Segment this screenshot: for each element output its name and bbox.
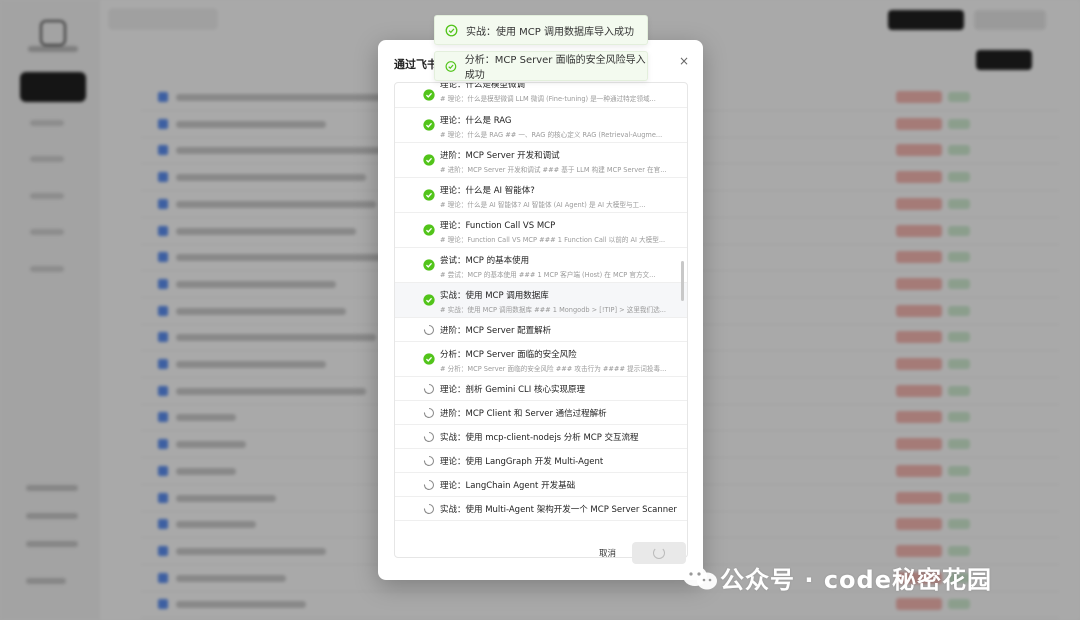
toast-success: 分析：MCP Server 面临的安全风险导入成功 [434,51,648,81]
list-item[interactable]: 理论：Function Call VS MCP # 理论：Function Cal… [395,213,687,248]
item-title: 理论：什么是模型微调 [440,82,526,90]
item-summary: # 实战：使用 MCP 调用数据库 ### 1 Mongodb > [!TIP]… [440,306,666,314]
list-item[interactable]: 实战：使用 mcp-client-nodejs 分析 MCP 交互流程 [395,425,687,449]
list-item[interactable]: 进阶：MCP Server 配置解析 [395,318,687,342]
check-circle-icon [423,119,435,131]
item-title: 理论：使用 LangGraph 开发 Multi-Agent [440,457,604,467]
list-item[interactable]: 理论：什么是模型微调 # 理论：什么是模型微调 LLM 微调 (Fine-tuni… [395,83,687,108]
list-item[interactable]: 理论：剖析 Gemini CLI 核心实现原理 [395,377,687,401]
item-title: 理论：什么是 RAG [440,116,512,126]
list-item[interactable]: 理论：LangChain Agent 开发基础 [395,473,687,497]
item-title: 实战：使用 Multi-Agent 架构开发一个 MCP Server Scan… [440,505,677,515]
cancel-button[interactable]: 取消 [599,547,616,559]
list-item[interactable]: 进阶：MCP Server 开发和调试 # 进阶：MCP Server 开发和调试… [395,143,687,178]
wechat-icon [683,565,717,589]
list-item[interactable]: 理论：什么是 AI 智能体? # 理论：什么是 AI 智能体? AI 智能体 (A… [395,178,687,213]
check-circle-icon [423,189,435,201]
close-icon[interactable]: × [679,54,689,68]
watermark: 公众号 · code秘密花园 [680,560,992,595]
item-summary: # 理论：什么是模型微调 LLM 微调 (Fine-tuning) 是一种通过特… [440,95,656,103]
toast-text: 实战：使用 MCP 调用数据库导入成功 [466,26,634,38]
toast-success: 实战：使用 MCP 调用数据库导入成功 [434,15,648,45]
loading-spinner-icon [653,547,665,559]
list-item[interactable]: 理论：什么是 RAG # 理论：什么是 RAG ## 一、RAG 的核心定义 RA… [395,108,687,143]
item-title: 实战：使用 mcp-client-nodejs 分析 MCP 交互流程 [440,433,639,443]
confirm-button-loading[interactable] [632,542,686,564]
import-dialog: 通过飞书 × 理论：什么是模型微调 # 理论：什么是模型微调 LLM 微调 (Fi… [378,40,703,580]
check-circle-icon [423,89,435,101]
loading-icon [423,479,435,490]
item-summary: # 尝试：MCP 的基本使用 ### 1 MCP 客户端 (Host) 在 MC… [440,271,656,279]
document-list: 理论：什么是模型微调 # 理论：什么是模型微调 LLM 微调 (Fine-tuni… [394,82,688,558]
item-title: 进阶：MCP Client 和 Server 通信过程解析 [440,409,607,419]
check-circle-icon [423,294,435,306]
item-summary: # 理论：什么是 AI 智能体? AI 智能体 (AI Agent) 是 AI … [440,201,646,209]
item-summary: # 理论：什么是 RAG ## 一、RAG 的核心定义 RAG (Retriev… [440,131,663,139]
scrollbar[interactable] [681,261,684,301]
list-item[interactable]: 实战：使用 MCP 调用数据库 # 实战：使用 MCP 调用数据库 ### 1 M… [395,283,687,318]
loading-icon [423,431,435,442]
item-summary: # 进阶：MCP Server 开发和调试 ### 基于 LLM 构建 MCP … [440,166,667,174]
item-title: 进阶：MCP Server 开发和调试 [440,151,560,161]
loading-icon [423,503,435,514]
list-item[interactable]: 进阶：MCP Client 和 Server 通信过程解析 [395,401,687,425]
list-item[interactable]: 理论：使用 LangGraph 开发 Multi-Agent [395,449,687,473]
toast-text: 分析：MCP Server 面临的安全风险导入成功 [464,55,646,81]
item-summary: # 理论：Function Call VS MCP ### 1 Function… [440,236,666,244]
loading-icon [423,455,435,466]
item-title: 实战：使用 MCP 调用数据库 [440,291,549,301]
loading-icon [423,407,435,418]
item-title: 理论：Function Call VS MCP [440,221,556,231]
watermark-text: 公众号 · code秘密花园 [720,566,992,594]
list-item[interactable]: 实战：使用 Multi-Agent 架构开发一个 MCP Server Scan… [395,497,687,521]
check-circle-icon [423,154,435,166]
item-title: 分析：MCP Server 面临的安全风险 [440,350,577,360]
list-item[interactable]: 尝试：MCP 的基本使用 # 尝试：MCP 的基本使用 ### 1 MCP 客户端… [395,248,687,283]
item-title: 进阶：MCP Server 配置解析 [440,326,552,336]
item-summary: # 分析：MCP Server 面临的安全风险 ### 攻击行为 #### 提示… [440,365,667,373]
item-title: 理论：什么是 AI 智能体? [440,186,535,196]
check-circle-icon [423,353,435,365]
item-title: 尝试：MCP 的基本使用 [440,256,530,266]
dialog-title: 通过飞书 [394,58,438,71]
item-title: 理论：LangChain Agent 开发基础 [440,481,576,491]
check-circle-icon [423,259,435,271]
success-check-icon [445,24,458,36]
success-check-icon [445,60,457,72]
check-circle-icon [423,224,435,236]
loading-icon [423,383,435,394]
list-item[interactable]: 分析：MCP Server 面临的安全风险 # 分析：MCP Server 面临的… [395,342,687,377]
loading-icon [423,324,435,335]
item-title: 理论：剖析 Gemini CLI 核心实现原理 [440,385,585,395]
